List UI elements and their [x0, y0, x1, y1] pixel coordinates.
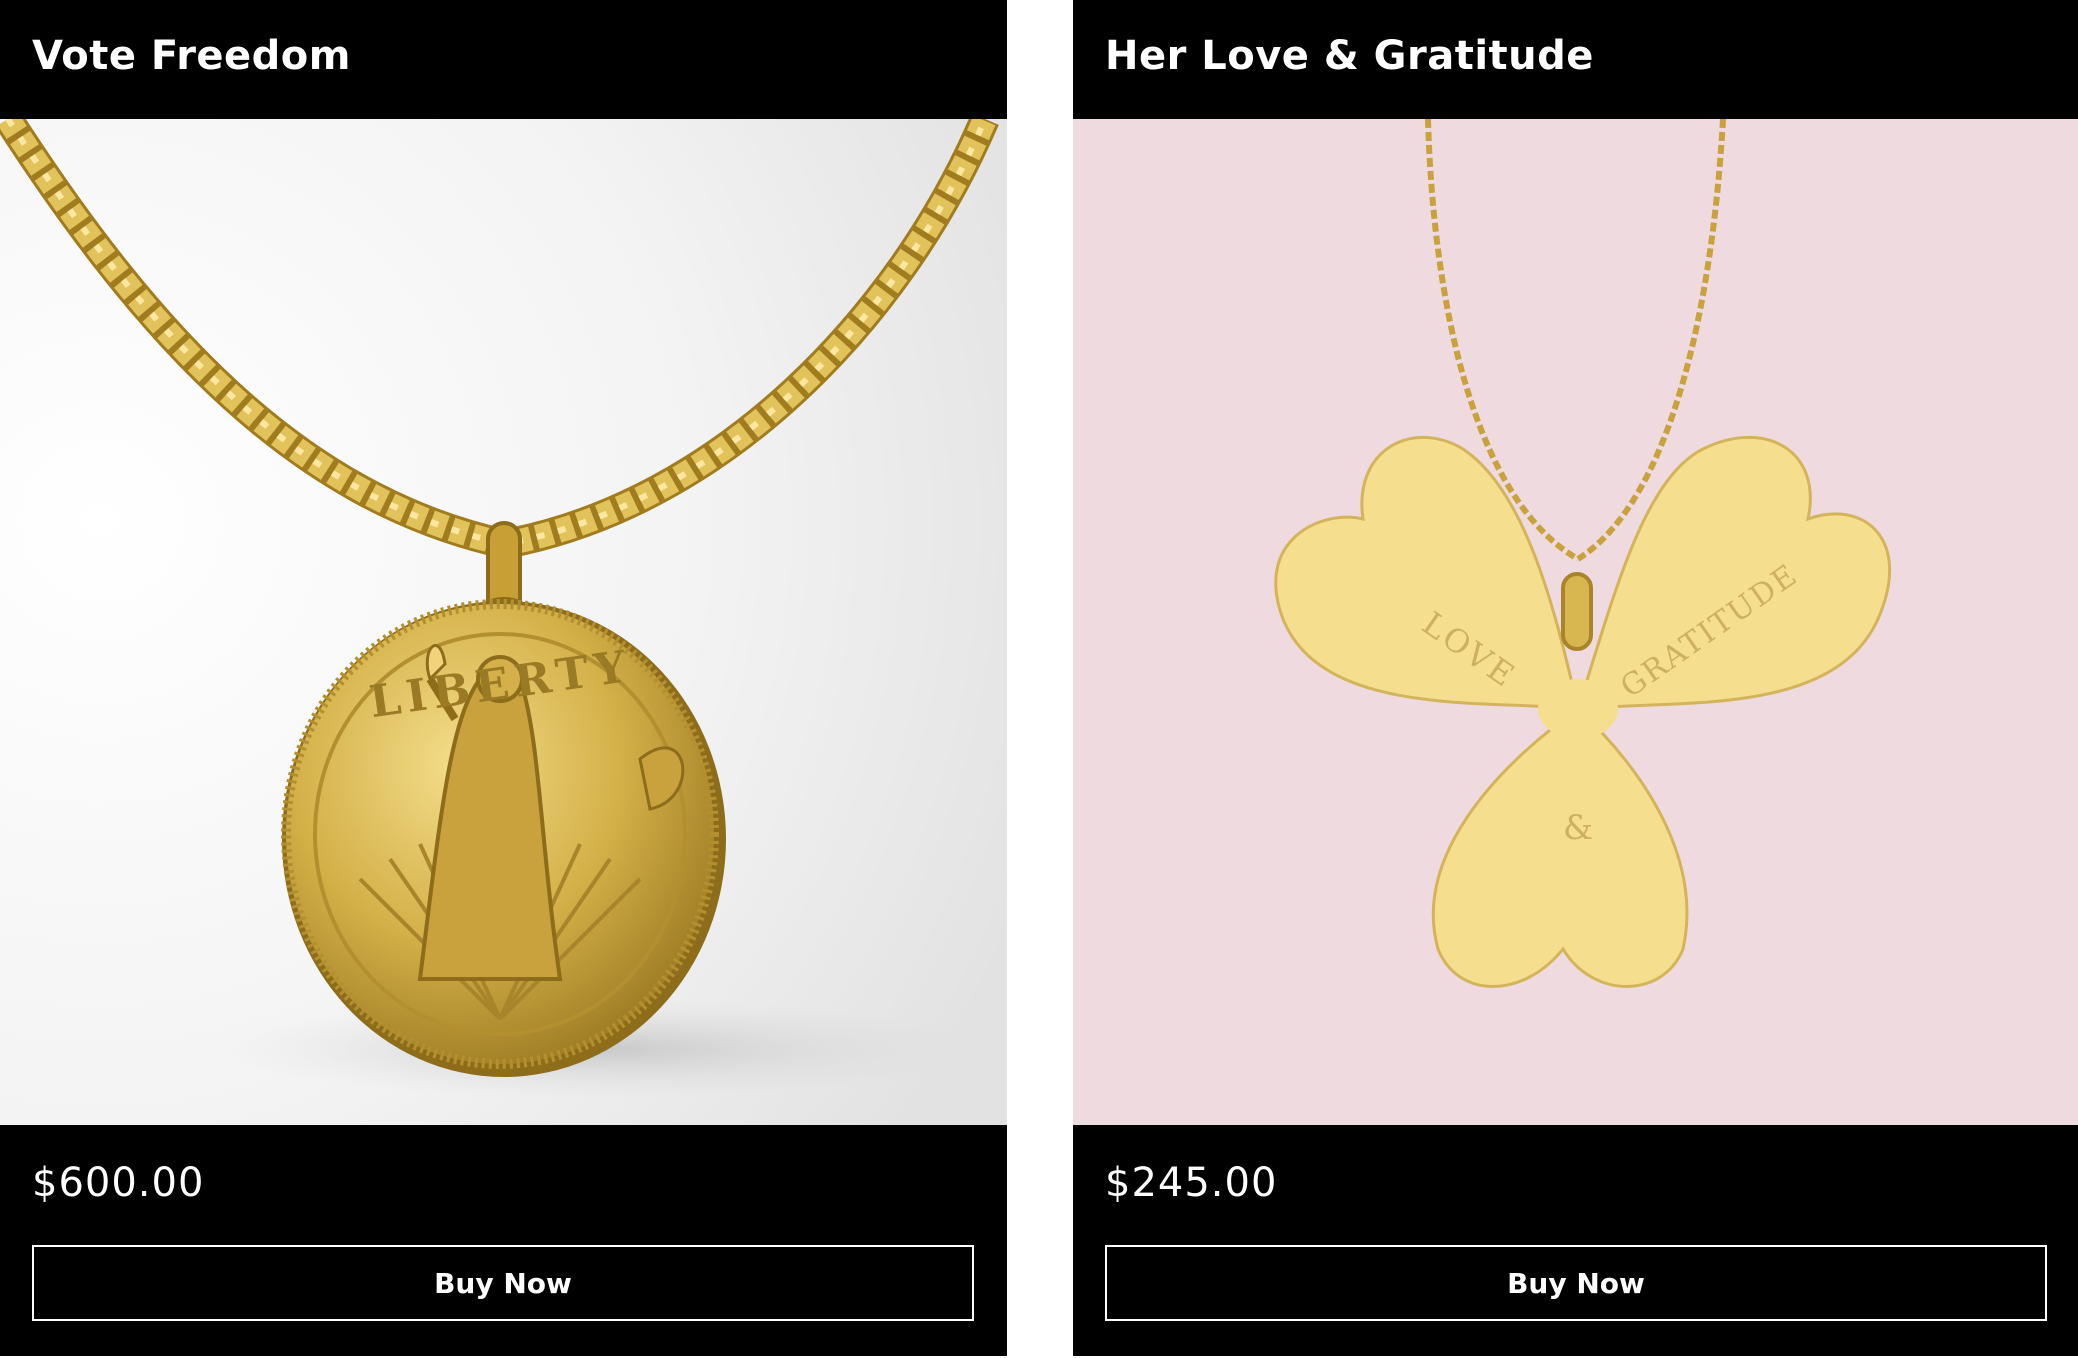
- product-card-vote-freedom: Vote Freedom LIBERTY $600.00 Buy Now: [0, 0, 1007, 1356]
- product-card-her-love-gratitude: Her Love & Gratitude LOVE GRATITUDE & $2…: [1073, 0, 2078, 1356]
- product-image-clover-pendant[interactable]: LOVE GRATITUDE &: [1073, 119, 2078, 1125]
- clover-pendant-illustration: LOVE GRATITUDE &: [1073, 119, 2078, 1125]
- buy-now-button[interactable]: Buy Now: [32, 1245, 974, 1321]
- product-price: $245.00: [1105, 1160, 1278, 1206]
- coin-pendant-illustration: LIBERTY: [0, 119, 1007, 1125]
- product-image-coin-pendant[interactable]: LIBERTY: [0, 119, 1007, 1125]
- engraving-ampersand: &: [1563, 808, 1593, 848]
- product-title: Vote Freedom: [32, 33, 351, 79]
- product-price: $600.00: [32, 1160, 205, 1206]
- product-title: Her Love & Gratitude: [1105, 33, 1594, 79]
- buy-now-button[interactable]: Buy Now: [1105, 1245, 2047, 1321]
